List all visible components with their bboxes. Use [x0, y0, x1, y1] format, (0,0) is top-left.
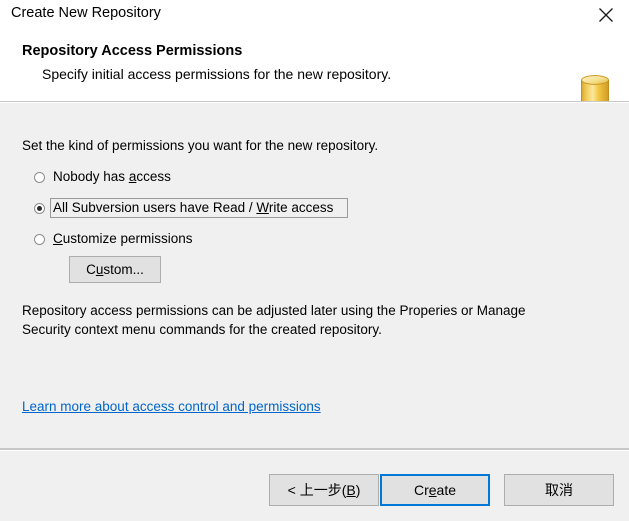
label-text-post: ate [436, 482, 457, 498]
radio-indicator[interactable] [34, 171, 45, 183]
radio-option-label: All Subversion users have Read / Write a… [50, 198, 349, 218]
main-content: Set the kind of permissions you want for… [0, 103, 629, 448]
radio-option-label: Nobody has access [50, 167, 176, 187]
label-accelerator: C [53, 231, 63, 246]
radio-option-nobody-has-access[interactable]: Nobody has access [34, 168, 176, 186]
header-band: Repository Access Permissions Specify in… [0, 30, 629, 112]
label-accelerator: B [346, 482, 356, 498]
title-bar: Create New Repository [0, 0, 629, 30]
page-title: Repository Access Permissions [22, 43, 243, 59]
page-subtitle: Specify initial access permissions for t… [42, 66, 392, 82]
window-title: Create New Repository [11, 5, 161, 21]
note-text: Repository access permissions can be adj… [22, 303, 526, 337]
close-icon [598, 7, 614, 23]
radio-option-label: Customize permissions [50, 229, 198, 249]
intro-text: Set the kind of permissions you want for… [22, 138, 379, 153]
cancel-button-label: 取消 [545, 480, 573, 500]
label-text-post: ) [355, 482, 361, 498]
footer-bar: < 上一步(B) Create 取消 [0, 451, 629, 521]
label-text-post: rite access [268, 200, 334, 215]
learn-more-link[interactable]: Learn more about access control and perm… [22, 399, 321, 414]
radio-option-all-subversion-users-read-write[interactable]: All Subversion users have Read / Write a… [34, 198, 349, 218]
label-text-pre: Nobody has [53, 169, 129, 184]
create-button[interactable]: Create [380, 474, 490, 506]
custom-button[interactable]: Custom... [69, 256, 161, 283]
back-button[interactable]: < 上一步(B) [269, 474, 379, 506]
label-text-pre: Cr [413, 482, 429, 498]
label-text-pre: 取消 [545, 482, 573, 498]
label-accelerator: e [428, 482, 437, 498]
radio-indicator[interactable] [34, 233, 45, 245]
radio-indicator[interactable] [34, 202, 45, 214]
label-text-post: ustomize permissions [62, 231, 193, 246]
label-text-pre: < 上一步( [287, 482, 347, 498]
label-text-post: ccess [136, 169, 171, 184]
custom-button-label: Custom... [86, 262, 144, 277]
close-button[interactable] [583, 0, 629, 30]
radio-option-customize-permissions[interactable]: Customize permissions [34, 230, 198, 248]
label-text-pre: All Subversion users have Read / [53, 200, 257, 215]
back-button-label: < 上一步(B) [288, 480, 361, 500]
label-text-post: stom... [103, 262, 144, 277]
create-button-label: Create [414, 482, 456, 498]
label-text-pre: C [86, 262, 96, 277]
cancel-button[interactable]: 取消 [504, 474, 614, 506]
label-accelerator: W [256, 200, 269, 215]
